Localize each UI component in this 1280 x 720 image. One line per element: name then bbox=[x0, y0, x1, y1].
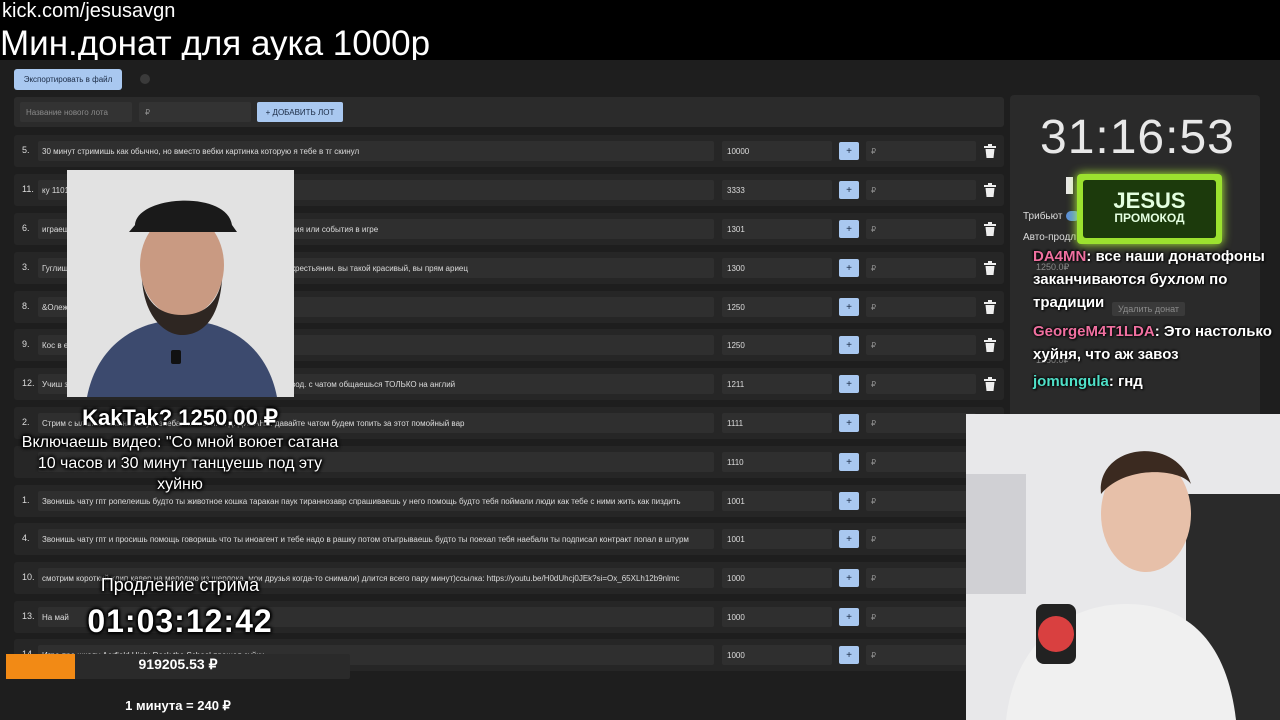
tribute-label: Трибьют bbox=[1023, 211, 1063, 222]
trash-icon[interactable] bbox=[984, 300, 996, 314]
lot-amount-input[interactable]: 1250 bbox=[722, 297, 832, 317]
auction-timer: 31:16:53 bbox=[1040, 111, 1235, 164]
lot-amount-input[interactable]: 1111 bbox=[722, 413, 832, 433]
channel-url: kick.com/jesusavgn bbox=[2, 0, 176, 22]
lot-number: 6. bbox=[22, 223, 30, 233]
lot-add-button[interactable]: + bbox=[839, 646, 859, 664]
new-lot-name-input[interactable]: Название нового лота bbox=[20, 102, 132, 122]
lot-row: 5. 30 минут стримишь как обычно, но вмест… bbox=[14, 135, 1004, 167]
lot-add-button[interactable]: + bbox=[839, 453, 859, 471]
lot-number: 9. bbox=[22, 339, 30, 349]
chat-nick: DA4MN bbox=[1033, 248, 1087, 265]
promo-subtitle: ПРОМОКОД bbox=[1114, 211, 1185, 225]
lot-add-amount-input[interactable]: ₽ bbox=[866, 141, 976, 161]
rate-label: 1 минута = 240 ₽ bbox=[125, 698, 231, 713]
streamer-illustration bbox=[966, 414, 1280, 720]
chat-nick: GeorgeM4T1LDA bbox=[1033, 323, 1155, 340]
lot-amount-input[interactable]: 1001 bbox=[722, 529, 832, 549]
lot-number: 5. bbox=[22, 145, 30, 155]
new-lot-price-input[interactable]: ₽ bbox=[139, 102, 251, 122]
lot-add-amount-input[interactable]: ₽ bbox=[866, 568, 976, 588]
trash-icon[interactable] bbox=[984, 261, 996, 275]
lot-number: 3. bbox=[22, 262, 30, 272]
trash-icon[interactable] bbox=[984, 183, 996, 197]
lot-amount-input[interactable]: 1300 bbox=[722, 258, 832, 278]
lot-add-button[interactable]: + bbox=[839, 142, 859, 160]
lot-add-amount-input[interactable]: ₽ bbox=[866, 607, 976, 627]
lot-add-amount-input[interactable]: ₽ bbox=[866, 529, 976, 549]
lot-add-amount-input[interactable]: ₽ bbox=[866, 413, 976, 433]
chat-text: : гнд bbox=[1108, 373, 1143, 390]
lot-add-amount-input[interactable]: ₽ bbox=[866, 452, 976, 472]
lot-add-button[interactable]: + bbox=[839, 220, 859, 238]
lot-add-amount-input[interactable]: ₽ bbox=[866, 180, 976, 200]
chat-message: GeorgeM4T1LDA: Это настолько хуйня, что … bbox=[1033, 320, 1273, 366]
lot-amount-input[interactable]: 1301 bbox=[722, 219, 832, 239]
lot-add-button[interactable]: + bbox=[839, 181, 859, 199]
chat-message: jomungula: гнд bbox=[1033, 370, 1273, 393]
lot-amount-input[interactable]: 3333 bbox=[722, 180, 832, 200]
lot-row: 4. Звонишь чату гпт и просишь помощь гово… bbox=[14, 523, 1004, 555]
lot-add-button[interactable]: + bbox=[839, 259, 859, 277]
lot-amount-input[interactable]: 1250 bbox=[722, 335, 832, 355]
trash-icon[interactable] bbox=[984, 338, 996, 352]
webcam-streamer bbox=[966, 414, 1280, 720]
lot-add-amount-input[interactable]: ₽ bbox=[866, 335, 976, 355]
donation-amount: 1250.00 ₽ bbox=[178, 405, 278, 430]
lot-amount-input[interactable]: 1000 bbox=[722, 645, 832, 665]
donation-total: 919205.53 ₽ bbox=[138, 656, 218, 672]
lot-add-button[interactable]: + bbox=[839, 414, 859, 432]
lot-number: 11. bbox=[22, 184, 34, 194]
lot-title-input[interactable]: Звонишь чату гпт и просишь помощь говори… bbox=[38, 529, 714, 549]
lot-add-button[interactable]: + bbox=[839, 375, 859, 393]
lot-amount-input[interactable]: 1110 bbox=[722, 452, 832, 472]
lot-number: 1. bbox=[22, 495, 30, 505]
lot-add-amount-input[interactable]: ₽ bbox=[866, 491, 976, 511]
export-to-file-button[interactable]: Экспортировать в файл bbox=[14, 69, 122, 90]
add-lot-button[interactable]: + ДОБАВИТЬ ЛОТ bbox=[257, 102, 343, 122]
chat-message: DA4MN: все наши донатофоны заканчиваются… bbox=[1033, 245, 1273, 314]
lot-add-button[interactable]: + bbox=[839, 336, 859, 354]
chat-nick: jomungula bbox=[1033, 373, 1109, 390]
lot-amount-input[interactable]: 1000 bbox=[722, 568, 832, 588]
lot-add-button[interactable]: + bbox=[839, 298, 859, 316]
donation-message: Включаешь видео: "Со мной воюет сатана 1… bbox=[21, 434, 339, 493]
lot-add-amount-input[interactable]: ₽ bbox=[866, 297, 976, 317]
lot-amount-input[interactable]: 10000 bbox=[722, 141, 832, 161]
lot-add-button[interactable]: + bbox=[839, 530, 859, 548]
lot-add-button[interactable]: + bbox=[839, 608, 859, 626]
trash-icon[interactable] bbox=[984, 144, 996, 158]
lot-number: 8. bbox=[22, 301, 30, 311]
lot-amount-input[interactable]: 1211 bbox=[722, 374, 832, 394]
auto-extend-label: Авто-продл bbox=[1023, 232, 1077, 243]
donor-name: KakTak? bbox=[82, 405, 173, 430]
person-illustration bbox=[67, 170, 294, 397]
donation-alert-header: KakTak? 1250.00 ₽ bbox=[20, 405, 340, 431]
lot-add-button[interactable]: + bbox=[839, 569, 859, 587]
trash-icon[interactable] bbox=[984, 222, 996, 236]
stream-extension-label: Продление стрима bbox=[100, 575, 260, 595]
lot-number: 4. bbox=[22, 533, 30, 543]
webcam-guest bbox=[67, 170, 294, 397]
lot-add-amount-input[interactable]: ₽ bbox=[866, 258, 976, 278]
min-donation-banner: Мин.донат для аука 1000р bbox=[0, 24, 431, 63]
theme-toggle[interactable] bbox=[140, 74, 150, 84]
lot-add-amount-input[interactable]: ₽ bbox=[866, 645, 976, 665]
pause-icon[interactable] bbox=[1066, 177, 1073, 194]
lot-add-amount-input[interactable]: ₽ bbox=[866, 374, 976, 394]
lot-add-button[interactable]: + bbox=[839, 492, 859, 510]
lot-amount-input[interactable]: 1001 bbox=[722, 491, 832, 511]
trash-icon[interactable] bbox=[984, 377, 996, 391]
lot-add-amount-input[interactable]: ₽ bbox=[866, 219, 976, 239]
stream-extension-timer: 01:03:12:42 bbox=[87, 603, 273, 639]
lot-number: 12. bbox=[22, 378, 35, 388]
lot-title-input[interactable]: 30 минут стримишь как обычно, но вместо … bbox=[38, 141, 714, 161]
lot-number: 10. bbox=[22, 572, 35, 582]
lot-amount-input[interactable]: 1000 bbox=[722, 607, 832, 627]
